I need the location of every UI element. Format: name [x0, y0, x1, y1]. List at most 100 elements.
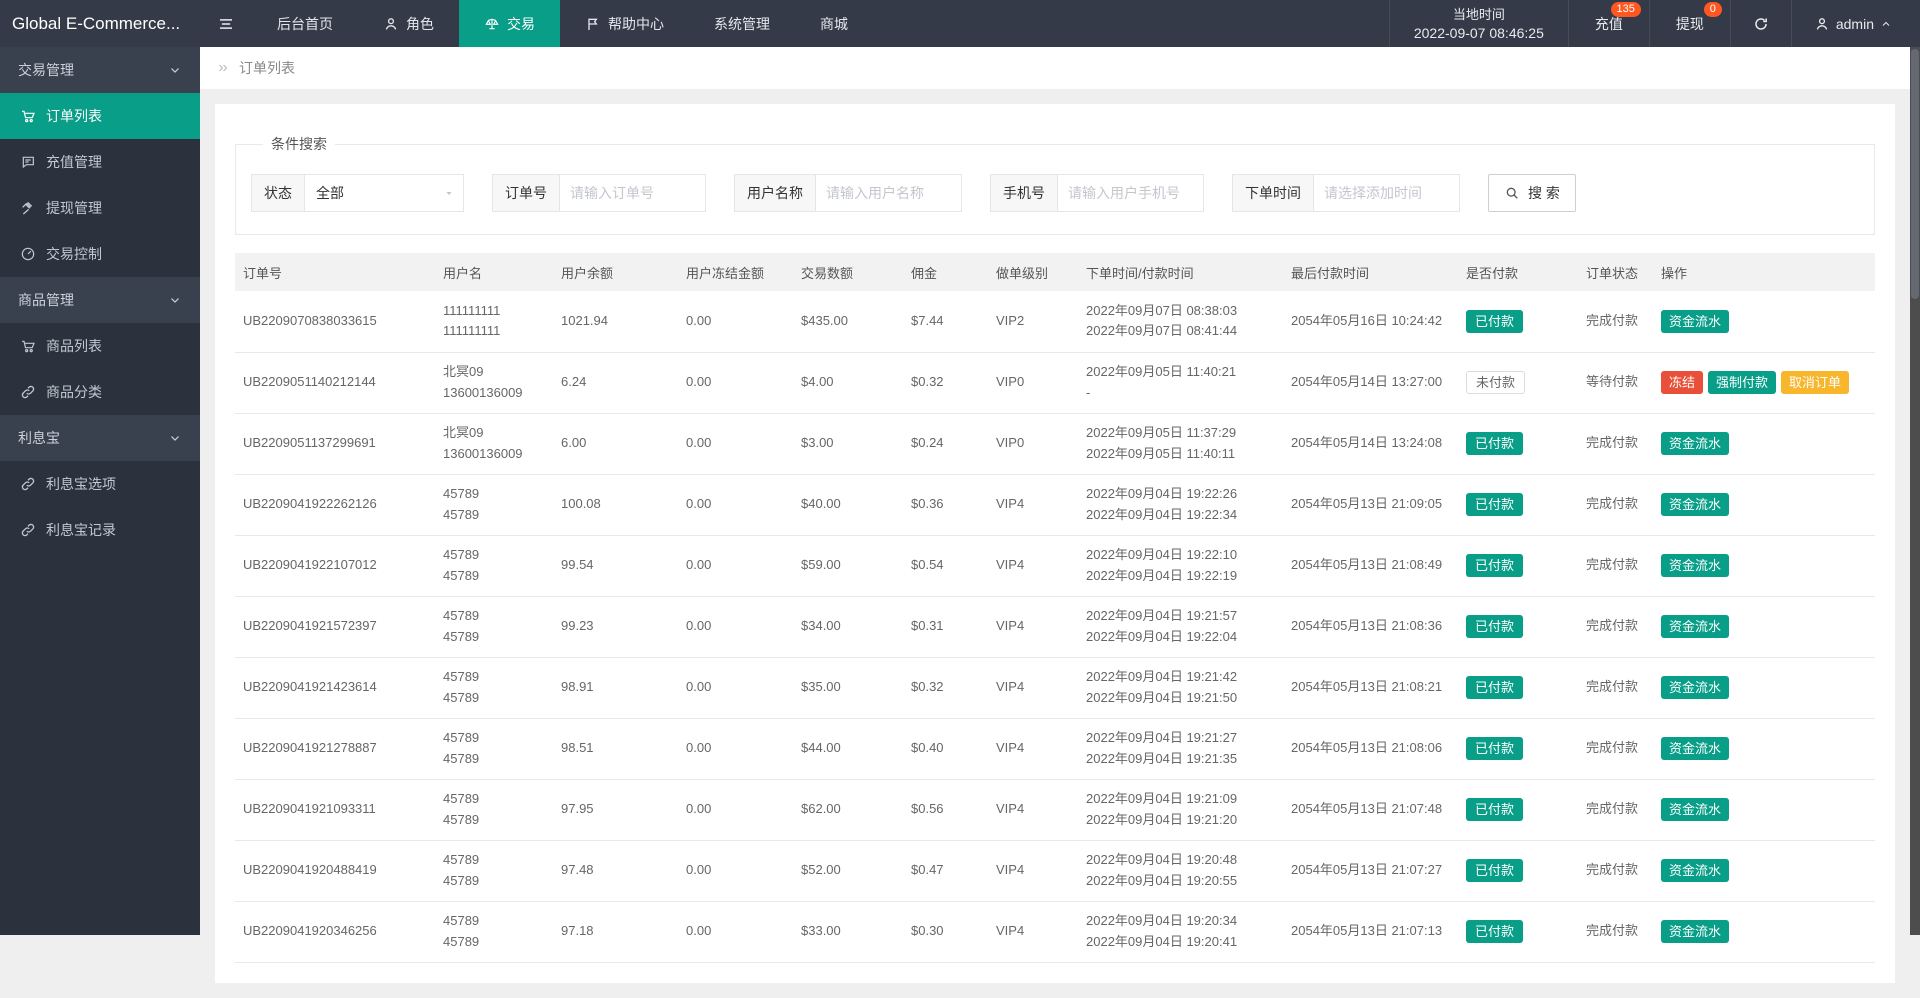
nav-item-help-center[interactable]: 帮助中心	[560, 0, 689, 47]
sidebar-item-withdraw-management[interactable]: 提现管理	[0, 185, 200, 231]
sidebar-group-label: 交易管理	[18, 60, 74, 80]
payment-status-badge: 已付款	[1466, 432, 1523, 455]
table-row: UB2209041922107012457894578999.540.00$59…	[235, 535, 1875, 596]
funds-flow-button[interactable]: 资金流水	[1661, 798, 1729, 821]
search-button[interactable]: 搜 索	[1488, 174, 1576, 212]
payment-status-cell: 已付款	[1458, 657, 1578, 718]
payment-status-badge: 已付款	[1466, 798, 1523, 821]
admin-name: admin	[1836, 16, 1874, 32]
sidebar-item-order-list[interactable]: 订单列表	[0, 93, 200, 139]
sidebar-item-label: 利息宝记录	[46, 520, 116, 540]
force-pay-button[interactable]: 强制付款	[1708, 371, 1776, 394]
recharge-count-badge: 135	[1611, 2, 1641, 17]
order-no-input[interactable]	[559, 174, 706, 212]
nav-item-label: 商城	[820, 14, 848, 34]
trade-amount-cell: $44.00	[793, 718, 903, 779]
nav-item-trade[interactable]: 交易	[459, 0, 560, 47]
menu-icon	[217, 15, 235, 33]
order-no-label: 订单号	[492, 174, 559, 212]
user-name-cell: 4578945789	[435, 596, 553, 657]
funds-flow-button[interactable]: 资金流水	[1661, 310, 1729, 333]
column-header: 用户余额	[553, 253, 678, 291]
table-row: UB22090708380336151111111111111111111021…	[235, 291, 1875, 352]
status-select[interactable]: 全部	[304, 174, 464, 212]
order-status-cell: 完成付款	[1578, 413, 1653, 474]
order-no-cell: UB2209041921093311	[235, 779, 435, 840]
order-no-cell: UB2209041920488419	[235, 840, 435, 901]
cancel-order-button[interactable]: 取消订单	[1781, 371, 1849, 394]
funds-flow-button[interactable]: 资金流水	[1661, 737, 1729, 760]
trade-amount-cell: $40.00	[793, 474, 903, 535]
freeze-button[interactable]: 冻结	[1661, 371, 1703, 394]
flag-icon	[585, 16, 601, 32]
sidebar-item-recharge-management[interactable]: 充值管理	[0, 139, 200, 185]
nav-item-backend-home[interactable]: 后台首页	[252, 0, 358, 47]
level-cell: VIP2	[988, 291, 1078, 352]
sidebar-item-interest-options[interactable]: 利息宝选项	[0, 461, 200, 507]
sidebar-item-label: 商品列表	[46, 336, 102, 356]
level-cell: VIP4	[988, 535, 1078, 596]
level-cell: VIP4	[988, 474, 1078, 535]
sidebar-group-trade-management[interactable]: 交易管理	[0, 47, 200, 93]
order-pay-time-cell: 2022年09月04日 19:20:482022年09月04日 19:20:55	[1078, 840, 1283, 901]
frozen-amount-cell: 0.00	[678, 718, 793, 779]
sidebar-item-label: 利息宝选项	[46, 474, 116, 494]
funds-flow-button[interactable]: 资金流水	[1661, 493, 1729, 516]
commission-cell: $0.54	[903, 535, 988, 596]
menu-toggle-button[interactable]	[200, 0, 252, 47]
sidebar-group-interest-treasure[interactable]: 利息宝	[0, 415, 200, 461]
commission-cell: $7.44	[903, 291, 988, 352]
balance-cell: 6.00	[553, 413, 678, 474]
order-pay-time-cell: 2022年09月04日 19:21:092022年09月04日 19:21:20	[1078, 779, 1283, 840]
sidebar-item-product-category[interactable]: 商品分类	[0, 369, 200, 415]
withdraw-link[interactable]: 提现 0	[1649, 0, 1730, 47]
nav-item-roles[interactable]: 角色	[358, 0, 459, 47]
funds-flow-button[interactable]: 资金流水	[1661, 859, 1729, 882]
payment-status-cell: 已付款	[1458, 596, 1578, 657]
cart-icon	[20, 338, 36, 354]
main-nav: 后台首页角色交易帮助中心系统管理 商城	[252, 0, 873, 47]
user-name-input[interactable]	[815, 174, 962, 212]
payment-status-cell: 已付款	[1458, 535, 1578, 596]
recharge-link[interactable]: 充值 135	[1568, 0, 1649, 47]
caret-down-icon	[443, 187, 455, 199]
actions-cell: 资金流水	[1653, 474, 1875, 535]
balance-cell: 97.48	[553, 840, 678, 901]
scrollbar-thumb[interactable]	[1911, 49, 1919, 299]
funds-flow-button[interactable]: 资金流水	[1661, 615, 1729, 638]
funds-flow-button[interactable]: 资金流水	[1661, 920, 1729, 943]
vertical-scrollbar[interactable]	[1910, 47, 1920, 935]
actions-cell: 资金流水	[1653, 413, 1875, 474]
nav-item-system-management[interactable]: 系统管理	[689, 0, 795, 47]
phone-input[interactable]	[1057, 174, 1204, 212]
funds-flow-button[interactable]: 资金流水	[1661, 432, 1729, 455]
order-no-cell: UB2209051137299691	[235, 413, 435, 474]
sidebar-item-product-list[interactable]: 商品列表	[0, 323, 200, 369]
balance-cell: 100.08	[553, 474, 678, 535]
order-status-cell: 完成付款	[1578, 291, 1653, 352]
balance-cell: 97.95	[553, 779, 678, 840]
funds-flow-button[interactable]: 资金流水	[1661, 554, 1729, 577]
sidebar-group-product-management[interactable]: 商品管理	[0, 277, 200, 323]
order-status-cell: 完成付款	[1578, 718, 1653, 779]
admin-menu[interactable]: admin	[1791, 0, 1920, 47]
user-name-filter: 用户名称	[734, 174, 962, 212]
commission-cell: $0.56	[903, 779, 988, 840]
payment-status-badge: 已付款	[1466, 615, 1523, 638]
refresh-icon	[1753, 16, 1769, 32]
frozen-amount-cell: 0.00	[678, 413, 793, 474]
last-pay-time-cell: 2054年05月13日 21:08:21	[1283, 657, 1458, 718]
order-time-input[interactable]	[1313, 174, 1460, 212]
refresh-button[interactable]	[1730, 0, 1791, 47]
table-row: UB2209041921423614457894578998.910.00$35…	[235, 657, 1875, 718]
sidebar-item-trade-control[interactable]: 交易控制	[0, 231, 200, 277]
level-cell: VIP0	[988, 352, 1078, 413]
funds-flow-button[interactable]: 资金流水	[1661, 676, 1729, 699]
order-status-cell: 完成付款	[1578, 474, 1653, 535]
sidebar-item-interest-records[interactable]: 利息宝记录	[0, 507, 200, 553]
frozen-amount-cell: 0.00	[678, 291, 793, 352]
nav-item-mall[interactable]: 商城	[795, 0, 873, 47]
user-name-cell: 4578945789	[435, 474, 553, 535]
trade-amount-cell: $435.00	[793, 291, 903, 352]
search-icon	[1504, 185, 1520, 201]
